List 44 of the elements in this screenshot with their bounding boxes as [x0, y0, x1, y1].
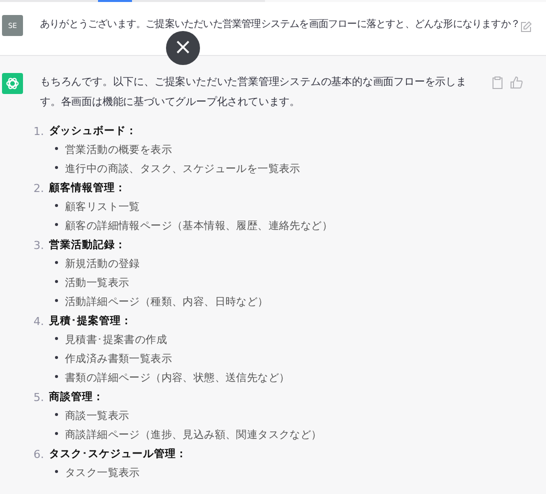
section-title: 商談管理：	[49, 390, 104, 405]
bullet-icon	[55, 432, 58, 434]
list-number: 3.	[32, 238, 44, 254]
bullet-icon	[55, 260, 58, 264]
list-item: 進行中の商談、タスク、スケジュールを一覧表示	[65, 162, 300, 177]
list-number: 1.	[32, 124, 44, 140]
list-number: 4.	[32, 314, 44, 330]
list-number: 6.	[32, 447, 44, 463]
edit-icon[interactable]	[520, 21, 532, 33]
list-item: 見積書･提案書の作成	[65, 333, 168, 348]
list-item: タスク一覧表示	[65, 466, 140, 481]
section-title: 見積･提案管理：	[49, 314, 132, 329]
bullet-icon	[55, 166, 58, 168]
thumbs-up-icon[interactable]	[510, 76, 523, 89]
list-item: 作成済み書類一覧表示	[65, 352, 172, 367]
bullet-icon	[55, 412, 58, 416]
list-item: 顧客の詳細情報ページ（基本情報、履歴、連絡先など）	[65, 219, 333, 234]
section-title: 顧客情報管理：	[49, 180, 126, 196]
message-text: ありがとうございます。ご提案いただいた営業管理システムを画面フローに落とすと、どんな形になりますか？	[40, 18, 520, 32]
list-item: 新規活動の登録	[65, 257, 140, 272]
bullet-icon	[55, 298, 58, 302]
list-item: 商談一覧表示	[65, 409, 130, 424]
section-title: ダッシュボード：	[49, 124, 137, 139]
list-number: 5.	[32, 390, 44, 406]
message-text: もちろんです。以下に、ご提案いただいた営業管理システムの基本的な画面フローを示します。各画面は機能に基づいてグループ化されています。	[40, 75, 468, 110]
list-item: 活動一覧表示	[65, 276, 130, 291]
list-item: 商談詳細ページ（進捗、見込み額、関連タスクなど）	[65, 428, 322, 443]
section-title: 営業活動記録：	[49, 238, 126, 253]
bullet-icon	[55, 146, 58, 150]
list-number: 2.	[32, 181, 44, 197]
bullet-icon	[55, 280, 58, 282]
list-item: 営業活動の概要を表示	[65, 143, 172, 158]
tab-indicator	[98, 0, 132, 2]
bullet-icon	[55, 204, 58, 206]
bullet-icon	[55, 222, 58, 226]
clipboard-icon[interactable]	[492, 76, 503, 89]
bullet-icon	[55, 374, 58, 378]
bullet-icon	[55, 470, 58, 472]
list-item: 顧客リスト一覧	[65, 200, 140, 215]
section-title: タスク･スケジュール管理：	[49, 447, 187, 462]
list-item: 書類の詳細ページ（内容、状態、送信先など）	[65, 371, 290, 386]
bullet-icon	[55, 336, 58, 340]
bullet-icon	[55, 356, 58, 358]
list-item: 活動詳細ページ（種類、内容、日時など）	[65, 295, 268, 310]
